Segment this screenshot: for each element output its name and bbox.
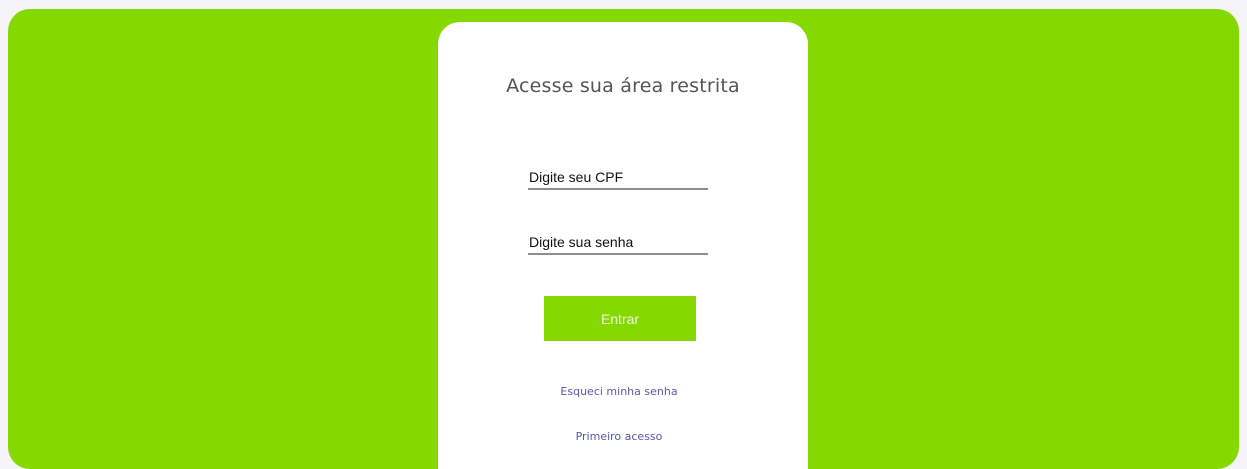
cpf-input[interactable]: [528, 166, 708, 190]
login-button[interactable]: Entrar: [544, 296, 696, 341]
green-background: Acesse sua área restrita Entrar Esqueci …: [8, 9, 1239, 469]
first-access-link[interactable]: Primeiro acesso: [438, 430, 800, 443]
login-title: Acesse sua área restrita: [506, 75, 740, 97]
forgot-password-link[interactable]: Esqueci minha senha: [438, 385, 800, 398]
password-input[interactable]: [528, 231, 708, 255]
login-card: Acesse sua área restrita Entrar Esqueci …: [438, 22, 808, 469]
